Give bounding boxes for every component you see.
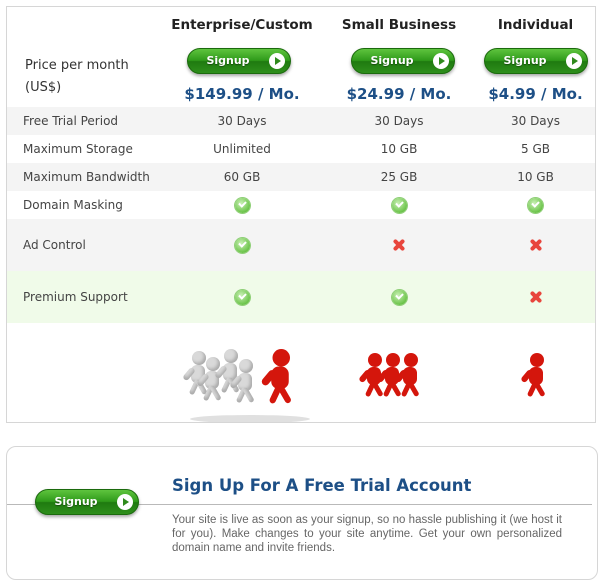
plan-price: $24.99 / Mo. bbox=[346, 85, 452, 103]
feature-row-domain-masking: Domain Masking bbox=[7, 191, 595, 219]
cross-icon bbox=[392, 238, 406, 252]
plan-name: Enterprise/Custom bbox=[171, 17, 313, 33]
feature-mark bbox=[324, 219, 474, 271]
feature-label: Premium Support bbox=[23, 290, 128, 304]
team-illustration-individual bbox=[520, 349, 560, 419]
price-label-currency: (US$) bbox=[25, 80, 62, 95]
cross-icon bbox=[529, 238, 543, 252]
feature-value: 5 GB bbox=[521, 142, 550, 156]
feature-mark bbox=[160, 219, 324, 271]
feature-mark bbox=[160, 191, 324, 219]
ground-shadow bbox=[190, 415, 310, 422]
feature-value: 30 Days bbox=[217, 114, 267, 128]
price-label-line1: Price per month bbox=[25, 58, 129, 73]
feature-label: Maximum Storage bbox=[23, 142, 133, 156]
feature-mark bbox=[474, 219, 595, 271]
feature-value: 30 Days bbox=[374, 114, 424, 128]
feature-label: Ad Control bbox=[23, 238, 86, 252]
play-arrow-icon bbox=[433, 53, 449, 69]
plan-name: Individual bbox=[497, 17, 574, 33]
plan-header-small-business: Small Business Signup $24.99 / Mo. bbox=[324, 7, 474, 107]
check-icon bbox=[391, 197, 407, 213]
free-trial-panel: Signup Sign Up For A Free Trial Account … bbox=[6, 446, 598, 580]
price-per-month-label: Price per month (US$) bbox=[25, 55, 129, 99]
feature-label: Domain Masking bbox=[23, 198, 123, 212]
pricing-header: Price per month (US$) Enterprise/Custom … bbox=[7, 7, 595, 107]
signup-button-label: Signup bbox=[54, 495, 98, 508]
feature-row-bandwidth: Maximum Bandwidth 60 GB 25 GB 10 GB bbox=[7, 163, 595, 191]
play-arrow-icon bbox=[117, 494, 133, 510]
team-illustration-small-business bbox=[358, 349, 452, 419]
check-icon bbox=[234, 289, 250, 305]
free-trial-description: Your site is live as soon as your signup… bbox=[172, 514, 562, 554]
feature-label: Free Trial Period bbox=[23, 114, 119, 128]
feature-value: 30 Days bbox=[510, 114, 561, 128]
feature-value: 60 GB bbox=[223, 170, 261, 184]
signup-button[interactable]: Signup bbox=[187, 48, 291, 74]
plan-name: Small Business bbox=[341, 17, 457, 33]
signup-button-label: Signup bbox=[370, 54, 414, 67]
feature-row-free-trial: Free Trial Period 30 Days 30 Days 30 Day… bbox=[7, 107, 595, 135]
check-icon bbox=[234, 197, 250, 213]
feature-mark bbox=[160, 271, 324, 323]
check-icon bbox=[528, 197, 543, 213]
plan-price: $149.99 / Mo. bbox=[184, 85, 300, 103]
free-trial-signup-button[interactable]: Signup bbox=[35, 489, 139, 515]
feature-label: Maximum Bandwidth bbox=[23, 170, 150, 184]
signup-button-label: Signup bbox=[503, 54, 547, 67]
pricing-table: Price per month (US$) Enterprise/Custom … bbox=[6, 6, 596, 423]
feature-value: 10 GB bbox=[517, 170, 554, 184]
check-icon bbox=[234, 237, 250, 253]
feature-mark bbox=[474, 271, 595, 323]
illustration-row bbox=[7, 323, 595, 422]
feature-mark bbox=[324, 191, 474, 219]
team-illustration-enterprise bbox=[182, 345, 322, 422]
feature-value: 10 GB bbox=[380, 142, 418, 156]
plan-price: $4.99 / Mo. bbox=[488, 85, 583, 103]
plan-header-individual: Individual Signup $4.99 / Mo. bbox=[474, 7, 595, 107]
feature-row-ad-control: Ad Control bbox=[7, 219, 595, 271]
feature-row-storage: Maximum Storage Unlimited 10 GB 5 GB bbox=[7, 135, 595, 163]
signup-button[interactable]: Signup bbox=[484, 48, 588, 74]
check-icon bbox=[391, 289, 407, 305]
feature-mark bbox=[474, 191, 595, 219]
feature-value: Unlimited bbox=[213, 142, 271, 156]
feature-mark bbox=[324, 271, 474, 323]
feature-value: 25 GB bbox=[380, 170, 418, 184]
signup-button-label: Signup bbox=[206, 54, 250, 67]
cross-icon bbox=[529, 290, 543, 304]
feature-row-premium-support: Premium Support bbox=[7, 271, 595, 323]
plan-header-enterprise: Enterprise/Custom Signup $149.99 / Mo. bbox=[160, 7, 324, 107]
signup-button[interactable]: Signup bbox=[351, 48, 455, 74]
play-arrow-icon bbox=[269, 53, 285, 69]
play-arrow-icon bbox=[566, 53, 582, 69]
free-trial-title: Sign Up For A Free Trial Account bbox=[172, 476, 472, 495]
